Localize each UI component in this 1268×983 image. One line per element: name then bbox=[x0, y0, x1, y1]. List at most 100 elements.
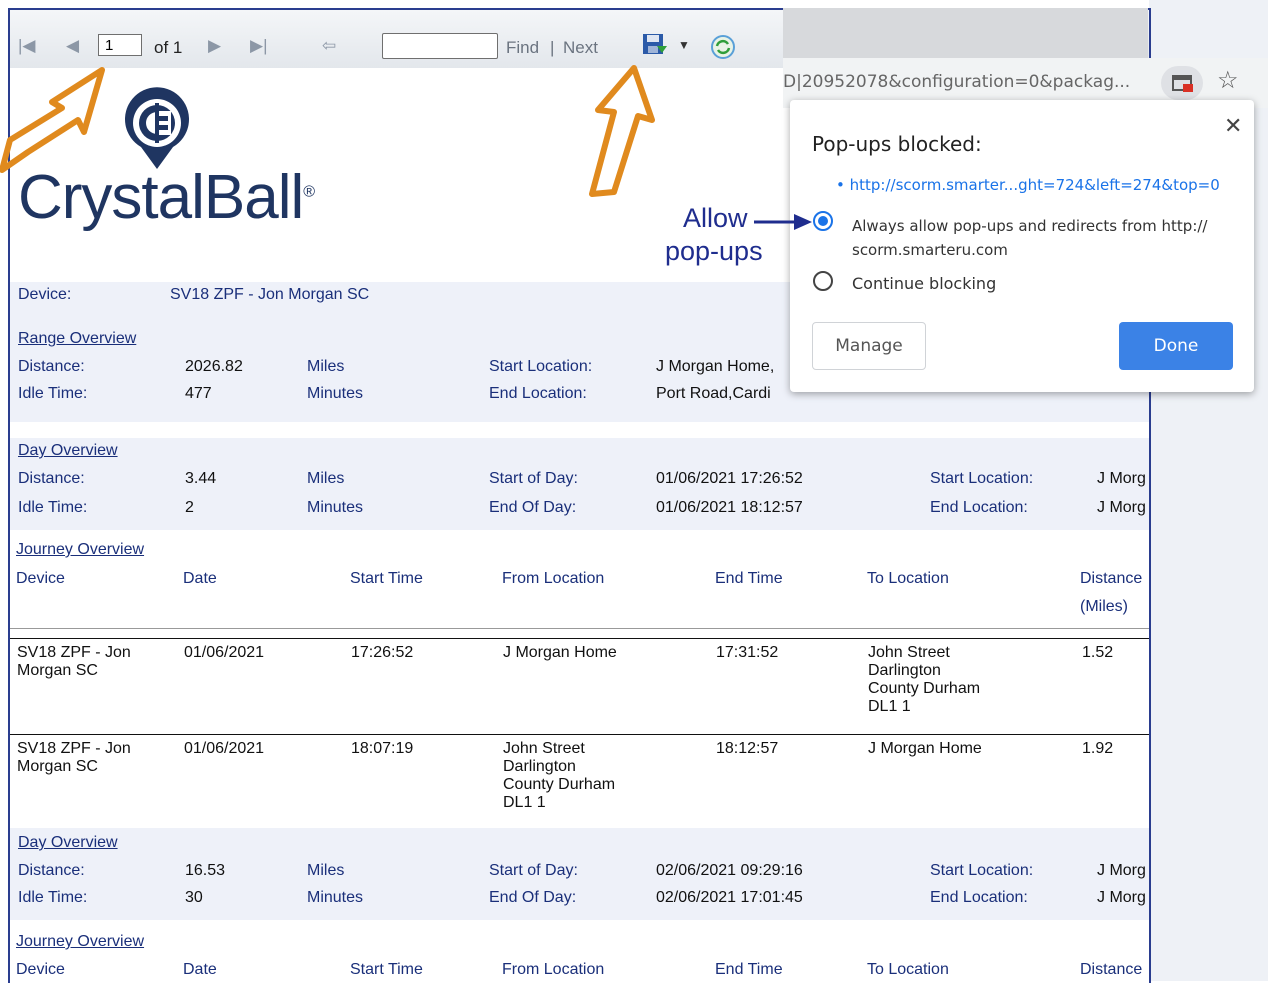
day-idle-label: Idle Time: bbox=[18, 499, 88, 516]
device-value: SV18 ZPF - Jon Morgan SC bbox=[170, 286, 370, 303]
star-icon[interactable]: ☆ bbox=[1217, 66, 1239, 95]
start-of-day-label: Start of Day: bbox=[489, 862, 578, 879]
range-start-location-value: J Morgan Home, bbox=[656, 358, 775, 375]
day-start-location-value: J Morg bbox=[1097, 470, 1146, 487]
page-count: of 1 bbox=[154, 38, 183, 57]
col-from-location: From Location bbox=[502, 570, 605, 587]
range-distance-unit: Miles bbox=[307, 358, 345, 375]
row-date: 01/06/2021 bbox=[184, 644, 265, 661]
journey-overview-link[interactable]: Journey Overview bbox=[16, 933, 144, 951]
day-overview-link[interactable]: Day Overview bbox=[18, 442, 118, 460]
allow-annotation: Allow bbox=[683, 203, 748, 233]
row-device: SV18 ZPF - Jon Morgan SC bbox=[17, 740, 131, 775]
day-end-location-value: J Morg bbox=[1097, 889, 1146, 906]
col-date: Date bbox=[183, 570, 217, 587]
popup-blocked-icon[interactable] bbox=[1161, 66, 1203, 100]
range-start-location-label: Start Location: bbox=[489, 358, 593, 375]
find-input[interactable] bbox=[382, 33, 498, 59]
end-of-day-label: End Of Day: bbox=[489, 889, 577, 906]
day-distance-label: Distance: bbox=[18, 862, 85, 879]
row-to-location: J Morgan Home bbox=[868, 740, 982, 757]
day-start-location-label: Start Location: bbox=[930, 470, 1034, 487]
toolbar-separator: | bbox=[550, 38, 555, 57]
radio-block[interactable] bbox=[812, 270, 834, 292]
page-number-input[interactable] bbox=[98, 34, 142, 56]
start-of-day-value: 02/06/2021 09:29:16 bbox=[656, 862, 803, 879]
next-page-icon[interactable]: ▶ bbox=[208, 36, 221, 56]
row-end-time: 17:31:52 bbox=[716, 644, 779, 661]
col-start-time: Start Time bbox=[350, 570, 423, 587]
day-distance-value: 3.44 bbox=[185, 470, 217, 487]
day-distance-label: Distance: bbox=[18, 470, 85, 487]
range-idle-value: 477 bbox=[185, 385, 212, 402]
row-start-time: 17:26:52 bbox=[351, 644, 414, 661]
col-to-location: To Location bbox=[867, 961, 949, 978]
col-distance: Distance bbox=[1080, 570, 1143, 587]
day-idle-unit: Minutes bbox=[307, 499, 364, 516]
arrow-annotation-icon bbox=[0, 67, 105, 173]
allow-option-label[interactable]: Always allow pop-ups and redirects from … bbox=[852, 214, 1207, 262]
save-icon[interactable] bbox=[641, 32, 669, 58]
block-option-label[interactable]: Continue blocking bbox=[852, 274, 996, 293]
journey-overview-link[interactable]: Journey Overview bbox=[16, 541, 144, 559]
row-distance: 1.92 bbox=[1082, 740, 1114, 757]
row-from-location: John Street Darlington County Durham DL1… bbox=[503, 740, 616, 811]
row-distance: 1.52 bbox=[1082, 644, 1114, 661]
start-of-day-value: 01/06/2021 17:26:52 bbox=[656, 470, 803, 487]
end-of-day-value: 02/06/2021 17:01:45 bbox=[656, 889, 803, 906]
radio-allow[interactable] bbox=[812, 210, 834, 232]
col-device: Device bbox=[16, 570, 65, 587]
range-overview-link[interactable]: Range Overview bbox=[18, 330, 136, 348]
done-button[interactable]: Done bbox=[1119, 322, 1233, 370]
browser-tab-bar bbox=[783, 8, 1148, 58]
address-url[interactable]: D|20952078&configuration=0&packag... bbox=[783, 72, 1153, 92]
col-distance: Distance bbox=[1080, 961, 1143, 978]
close-icon[interactable]: ✕ bbox=[1224, 114, 1242, 139]
dropdown-icon[interactable]: ▼ bbox=[678, 38, 690, 52]
row-to-location: John Street Darlington County Durham DL1… bbox=[868, 644, 981, 715]
row-end-time: 18:12:57 bbox=[716, 740, 779, 757]
day-idle-value: 30 bbox=[185, 889, 203, 906]
day-start-location-value: J Morg bbox=[1097, 862, 1146, 879]
range-idle-label: Idle Time: bbox=[18, 385, 88, 402]
arrow-annotation-icon bbox=[589, 65, 655, 197]
prev-page-icon[interactable]: ◀ bbox=[66, 36, 79, 56]
blocked-popup-link[interactable]: • http://scorm.smarter...ght=724&left=27… bbox=[836, 176, 1220, 194]
row-from-location: J Morgan Home bbox=[503, 644, 617, 661]
day-end-location-label: End Location: bbox=[930, 889, 1028, 906]
row-date: 01/06/2021 bbox=[184, 740, 265, 757]
day-overview-link[interactable]: Day Overview bbox=[18, 834, 118, 852]
range-end-location-value: Port Road,Cardi bbox=[656, 385, 771, 402]
refresh-icon[interactable] bbox=[710, 34, 736, 60]
col-distance-unit: (Miles) bbox=[1080, 598, 1128, 615]
day-start-location-label: Start Location: bbox=[930, 862, 1034, 879]
first-page-icon[interactable]: |◀ bbox=[18, 36, 36, 56]
start-of-day-label: Start of Day: bbox=[489, 470, 578, 487]
range-end-location-label: End Location: bbox=[489, 385, 587, 402]
crystal-ball-logo-icon bbox=[125, 87, 189, 169]
device-label: Device: bbox=[18, 286, 72, 303]
manage-button[interactable]: Manage bbox=[812, 322, 926, 370]
range-distance-label: Distance: bbox=[18, 358, 85, 375]
back-icon[interactable]: ⇦ bbox=[322, 36, 336, 56]
day-end-location-value: J Morg bbox=[1097, 499, 1146, 516]
day-distance-value: 16.53 bbox=[185, 862, 226, 879]
next-link[interactable]: Next bbox=[563, 38, 598, 58]
col-to-location: To Location bbox=[867, 570, 949, 587]
popups-annotation: pop-ups bbox=[665, 236, 763, 266]
table-divider bbox=[10, 638, 1149, 639]
end-of-day-value: 01/06/2021 18:12:57 bbox=[656, 499, 803, 516]
col-start-time: Start Time bbox=[350, 961, 423, 978]
end-of-day-label: End Of Day: bbox=[489, 499, 577, 516]
day-end-location-label: End Location: bbox=[930, 499, 1028, 516]
popups-blocked-dialog: Pop-ups blocked: ✕ • http://scorm.smarte… bbox=[790, 100, 1254, 392]
day-idle-label: Idle Time: bbox=[18, 889, 88, 906]
range-distance-value: 2026.82 bbox=[185, 358, 243, 375]
day-distance-unit: Miles bbox=[307, 470, 345, 487]
col-from-location: From Location bbox=[502, 961, 605, 978]
row-device: SV18 ZPF - Jon Morgan SC bbox=[17, 644, 131, 679]
arrow-right-icon bbox=[754, 214, 812, 230]
find-link[interactable]: Find bbox=[506, 38, 539, 58]
last-page-icon[interactable]: ▶| bbox=[250, 36, 268, 56]
popup-title: Pop-ups blocked: bbox=[812, 132, 982, 156]
